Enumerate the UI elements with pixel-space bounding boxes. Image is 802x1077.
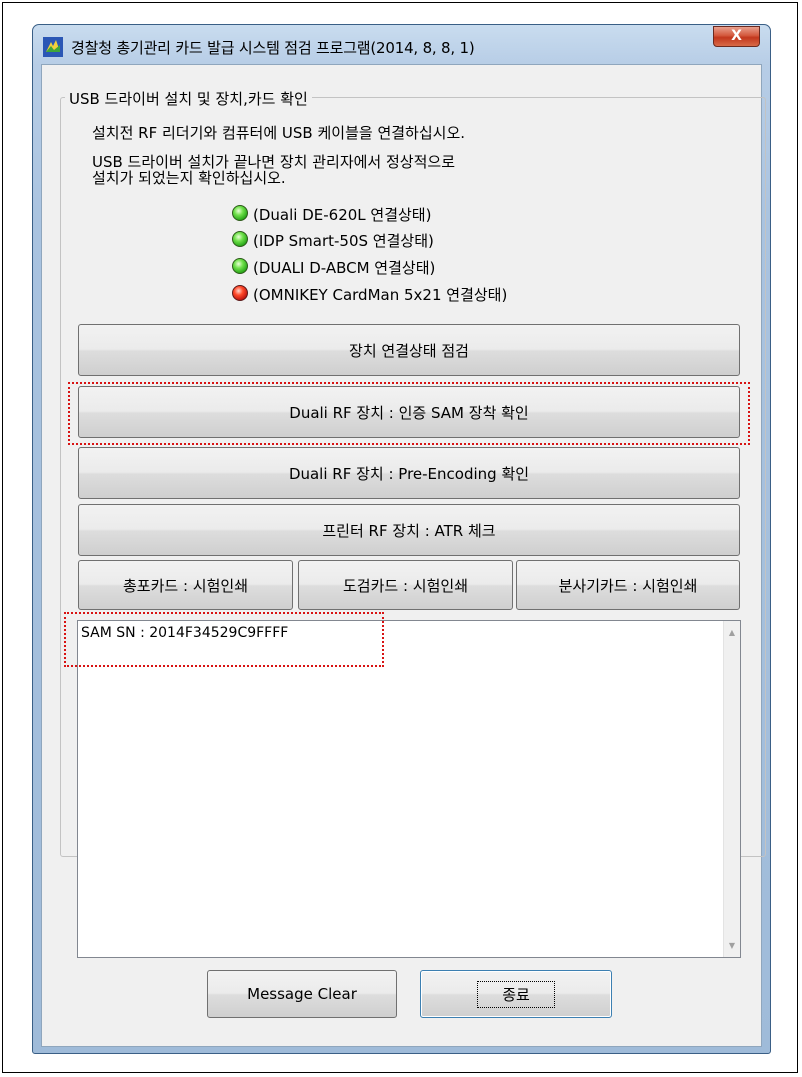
status-led-icon — [232, 231, 248, 247]
status-led-icon — [232, 205, 248, 221]
sam-check-label: Duali RF 장치 : 인증 SAM 장착 확인 — [289, 403, 529, 422]
app-icon — [43, 37, 63, 57]
instruction-driver-line1: USB 드라이버 설치가 끝나면 장치 관리자에서 정상적으로 — [92, 153, 456, 171]
exit-button[interactable]: 종료 — [420, 970, 612, 1018]
status-led-icon — [232, 285, 248, 301]
atr-check-button[interactable]: 프린터 RF 장치 : ATR 체크 — [78, 504, 740, 556]
log-line-sam-sn: SAM SN : 2014F34529C9FFFF — [81, 625, 289, 641]
gun-card-print-label: 총포카드 : 시험인쇄 — [123, 576, 248, 595]
device-status-label: (Duali DE-620L 연결상태) — [253, 206, 432, 224]
pre-encoding-label: Duali RF 장치 : Pre-Encoding 확인 — [288, 464, 530, 483]
gun-card-print-button[interactable]: 총포카드 : 시험인쇄 — [78, 560, 293, 610]
sprayer-card-print-button[interactable]: 분사기카드 : 시험인쇄 — [516, 560, 740, 610]
instruction-usb-cable: 설치전 RF 리더기와 컴퓨터에 USB 케이블을 연결하십시오. — [92, 124, 466, 142]
log-scrollbar[interactable]: ▲ ▼ — [723, 621, 740, 957]
device-status-label: (OMNIKEY CardMan 5x21 연결상태) — [253, 286, 508, 304]
sprayer-card-print-label: 분사기카드 : 시험인쇄 — [558, 576, 698, 595]
pre-encoding-button[interactable]: Duali RF 장치 : Pre-Encoding 확인 — [78, 447, 740, 499]
message-clear-label: Message Clear — [247, 985, 357, 1003]
close-icon: X — [731, 28, 742, 44]
sword-card-print-button[interactable]: 도검카드 : 시험인쇄 — [298, 560, 513, 610]
sword-card-print-label: 도검카드 : 시험인쇄 — [343, 576, 468, 595]
status-led-icon — [232, 258, 248, 274]
device-status-label: (DUALI D-ABCM 연결상태) — [253, 259, 436, 277]
check-connection-label: 장치 연결상태 점검 — [349, 341, 469, 360]
close-button[interactable]: X — [713, 26, 760, 47]
device-status-label: (IDP Smart-50S 연결상태) — [253, 232, 434, 250]
groupbox-legend: USB 드라이버 설치 및 장치,카드 확인 — [65, 88, 312, 109]
scroll-down-icon[interactable]: ▼ — [724, 937, 740, 954]
instruction-driver-line2: 설치가 되었는지 확인하십시오. — [92, 169, 286, 187]
window-title: 경찰청 총기관리 카드 발급 시스템 점검 프로그램(2014, 8, 8, 1… — [71, 39, 475, 57]
check-connection-button[interactable]: 장치 연결상태 점검 — [78, 324, 740, 376]
message-log[interactable]: SAM SN : 2014F34529C9FFFF ▲ ▼ — [77, 620, 741, 958]
scroll-up-icon[interactable]: ▲ — [724, 624, 740, 641]
sam-check-button[interactable]: Duali RF 장치 : 인증 SAM 장착 확인 — [78, 386, 740, 438]
atr-check-label: 프린터 RF 장치 : ATR 체크 — [322, 521, 496, 540]
message-clear-button[interactable]: Message Clear — [207, 970, 397, 1018]
exit-label: 종료 — [477, 980, 555, 1008]
title-bar[interactable]: 경찰청 총기관리 카드 발급 시스템 점검 프로그램(2014, 8, 8, 1… — [33, 25, 770, 65]
